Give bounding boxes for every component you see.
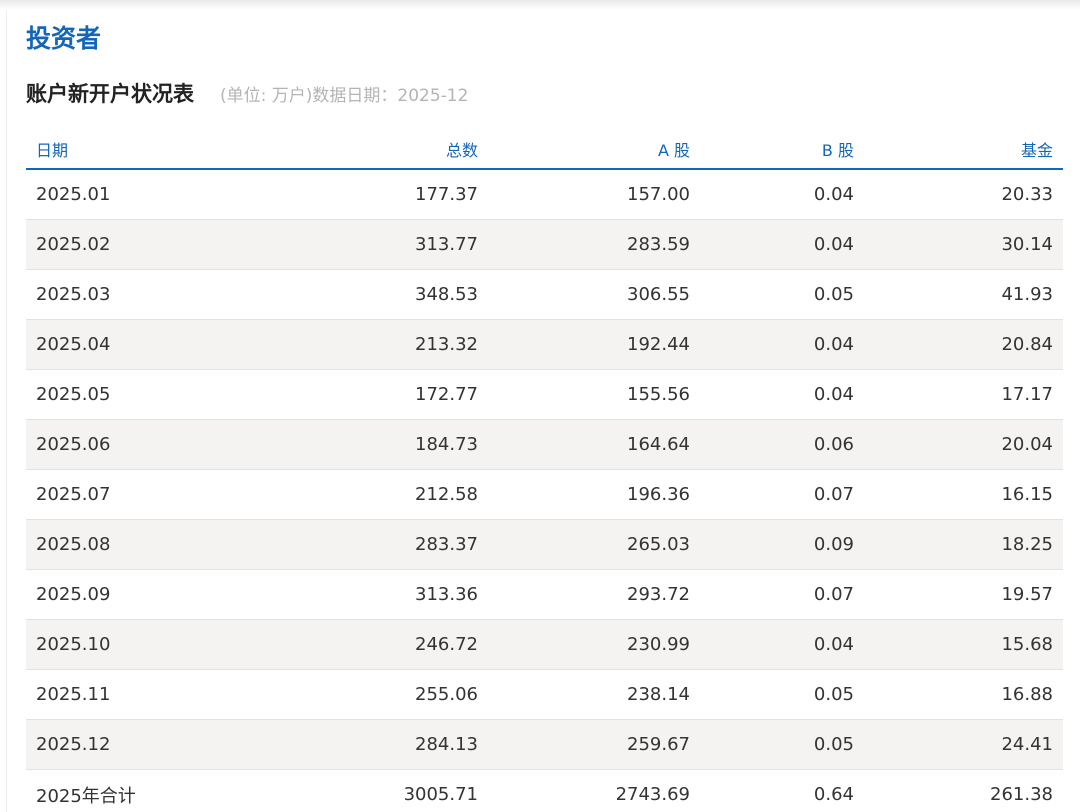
cell-fund: 20.33: [864, 169, 1063, 220]
table-unit-note: (单位: 万户)数据日期：2025-12: [220, 86, 469, 106]
cell-fund: 20.84: [864, 319, 1063, 370]
table-body: 2025.01 177.37 157.00 0.04 20.33 2025.02 313.7…: [26, 169, 1063, 812]
cell-fund: 24.41: [864, 719, 1063, 770]
cell-fund: 30.14: [864, 219, 1063, 270]
cell-b-share: 0.09: [700, 519, 864, 570]
cell-fund: 19.57: [864, 569, 1063, 620]
table-heading: 账户新开户状况表 (单位: 万户)数据日期：2025-12: [26, 78, 468, 110]
page: 投资者 账户新开户状况表 (单位: 万户)数据日期：2025-12 日期 总数 …: [0, 0, 1080, 812]
cell-date: 2025.10: [26, 619, 276, 670]
cell-date: 2025.12: [26, 719, 276, 770]
cell-b-share: 0.04: [700, 369, 864, 420]
cell-fund: 16.15: [864, 469, 1063, 520]
cell-a-share: 265.03: [488, 519, 700, 570]
table-header: 日期 总数 A 股 B 股 基金: [26, 129, 1063, 170]
cell-a-share: 2743.69: [488, 769, 700, 812]
cell-fund: 16.88: [864, 669, 1063, 720]
cell-date: 2025.05: [26, 369, 276, 420]
cell-date: 2025.02: [26, 219, 276, 270]
cell-b-share: 0.07: [700, 469, 864, 520]
cell-total: 313.36: [276, 569, 488, 620]
cell-total: 284.13: [276, 719, 488, 770]
cell-b-share: 0.06: [700, 419, 864, 470]
table-row: 2025.07 212.58 196.36 0.07 16.15: [26, 469, 1063, 520]
header-fund: 基金: [864, 129, 1063, 170]
table-total-row: 2025年合计 3005.71 2743.69 0.64 261.38: [26, 769, 1063, 812]
cell-total: 3005.71: [276, 769, 488, 812]
cell-a-share: 192.44: [488, 319, 700, 370]
header-date: 日期: [26, 129, 276, 170]
cell-total: 177.37: [276, 169, 488, 220]
table-row: 2025.08 283.37 265.03 0.09 18.25: [26, 519, 1063, 570]
cell-a-share: 196.36: [488, 469, 700, 520]
cell-total: 212.58: [276, 469, 488, 520]
table-row: 2025.03 348.53 306.55 0.05 41.93: [26, 269, 1063, 320]
cell-date: 2025.08: [26, 519, 276, 570]
cell-total: 184.73: [276, 419, 488, 470]
cell-b-share: 0.05: [700, 719, 864, 770]
table-row: 2025.05 172.77 155.56 0.04 17.17: [26, 369, 1063, 420]
cell-date: 2025.07: [26, 469, 276, 520]
header-b-share: B 股: [700, 129, 864, 170]
table-row: 2025.02 313.77 283.59 0.04 30.14: [26, 219, 1063, 270]
top-shadow: [0, 0, 1080, 10]
cell-a-share: 283.59: [488, 219, 700, 270]
cell-b-share: 0.05: [700, 669, 864, 720]
cell-fund: 20.04: [864, 419, 1063, 470]
cell-a-share: 259.67: [488, 719, 700, 770]
cell-fund: 18.25: [864, 519, 1063, 570]
cell-a-share: 157.00: [488, 169, 700, 220]
table-row: 2025.06 184.73 164.64 0.06 20.04: [26, 419, 1063, 470]
cell-a-share: 306.55: [488, 269, 700, 320]
cell-total: 348.53: [276, 269, 488, 320]
header-row: 日期 总数 A 股 B 股 基金: [26, 129, 1063, 170]
cell-total: 283.37: [276, 519, 488, 570]
header-a-share: A 股: [488, 129, 700, 170]
cell-total: 255.06: [276, 669, 488, 720]
section-title: 投资者: [26, 24, 102, 53]
cell-date: 2025年合计: [26, 769, 276, 812]
table-row: 2025.12 284.13 259.67 0.05 24.41: [26, 719, 1063, 770]
header-total: 总数: [276, 129, 488, 170]
cell-date: 2025.01: [26, 169, 276, 220]
table-row: 2025.04 213.32 192.44 0.04 20.84: [26, 319, 1063, 370]
cell-date: 2025.06: [26, 419, 276, 470]
cell-b-share: 0.04: [700, 219, 864, 270]
cell-a-share: 230.99: [488, 619, 700, 670]
left-border: [6, 10, 7, 812]
cell-total: 246.72: [276, 619, 488, 670]
cell-date: 2025.03: [26, 269, 276, 320]
cell-fund: 15.68: [864, 619, 1063, 670]
cell-date: 2025.04: [26, 319, 276, 370]
cell-a-share: 155.56: [488, 369, 700, 420]
cell-b-share: 0.04: [700, 619, 864, 670]
table-row: 2025.11 255.06 238.14 0.05 16.88: [26, 669, 1063, 720]
cell-a-share: 164.64: [488, 419, 700, 470]
cell-fund: 17.17: [864, 369, 1063, 420]
cell-date: 2025.09: [26, 569, 276, 620]
account-table: 日期 总数 A 股 B 股 基金 2025.01 177.37 157.00 0.04…: [26, 129, 1063, 812]
cell-total: 213.32: [276, 319, 488, 370]
cell-a-share: 293.72: [488, 569, 700, 620]
cell-total: 172.77: [276, 369, 488, 420]
cell-b-share: 0.04: [700, 319, 864, 370]
cell-b-share: 0.05: [700, 269, 864, 320]
cell-fund: 41.93: [864, 269, 1063, 320]
table-row: 2025.09 313.36 293.72 0.07 19.57: [26, 569, 1063, 620]
account-table-container: 日期 总数 A 股 B 股 基金 2025.01 177.37 157.00 0.04…: [26, 129, 1063, 812]
table-row: 2025.01 177.37 157.00 0.04 20.33: [26, 169, 1063, 220]
cell-b-share: 0.04: [700, 169, 864, 220]
cell-fund: 261.38: [864, 769, 1063, 812]
table-row: 2025.10 246.72 230.99 0.04 15.68: [26, 619, 1063, 670]
table-title: 账户新开户状况表: [26, 82, 194, 106]
cell-b-share: 0.07: [700, 569, 864, 620]
cell-total: 313.77: [276, 219, 488, 270]
cell-b-share: 0.64: [700, 769, 864, 812]
cell-date: 2025.11: [26, 669, 276, 720]
cell-a-share: 238.14: [488, 669, 700, 720]
